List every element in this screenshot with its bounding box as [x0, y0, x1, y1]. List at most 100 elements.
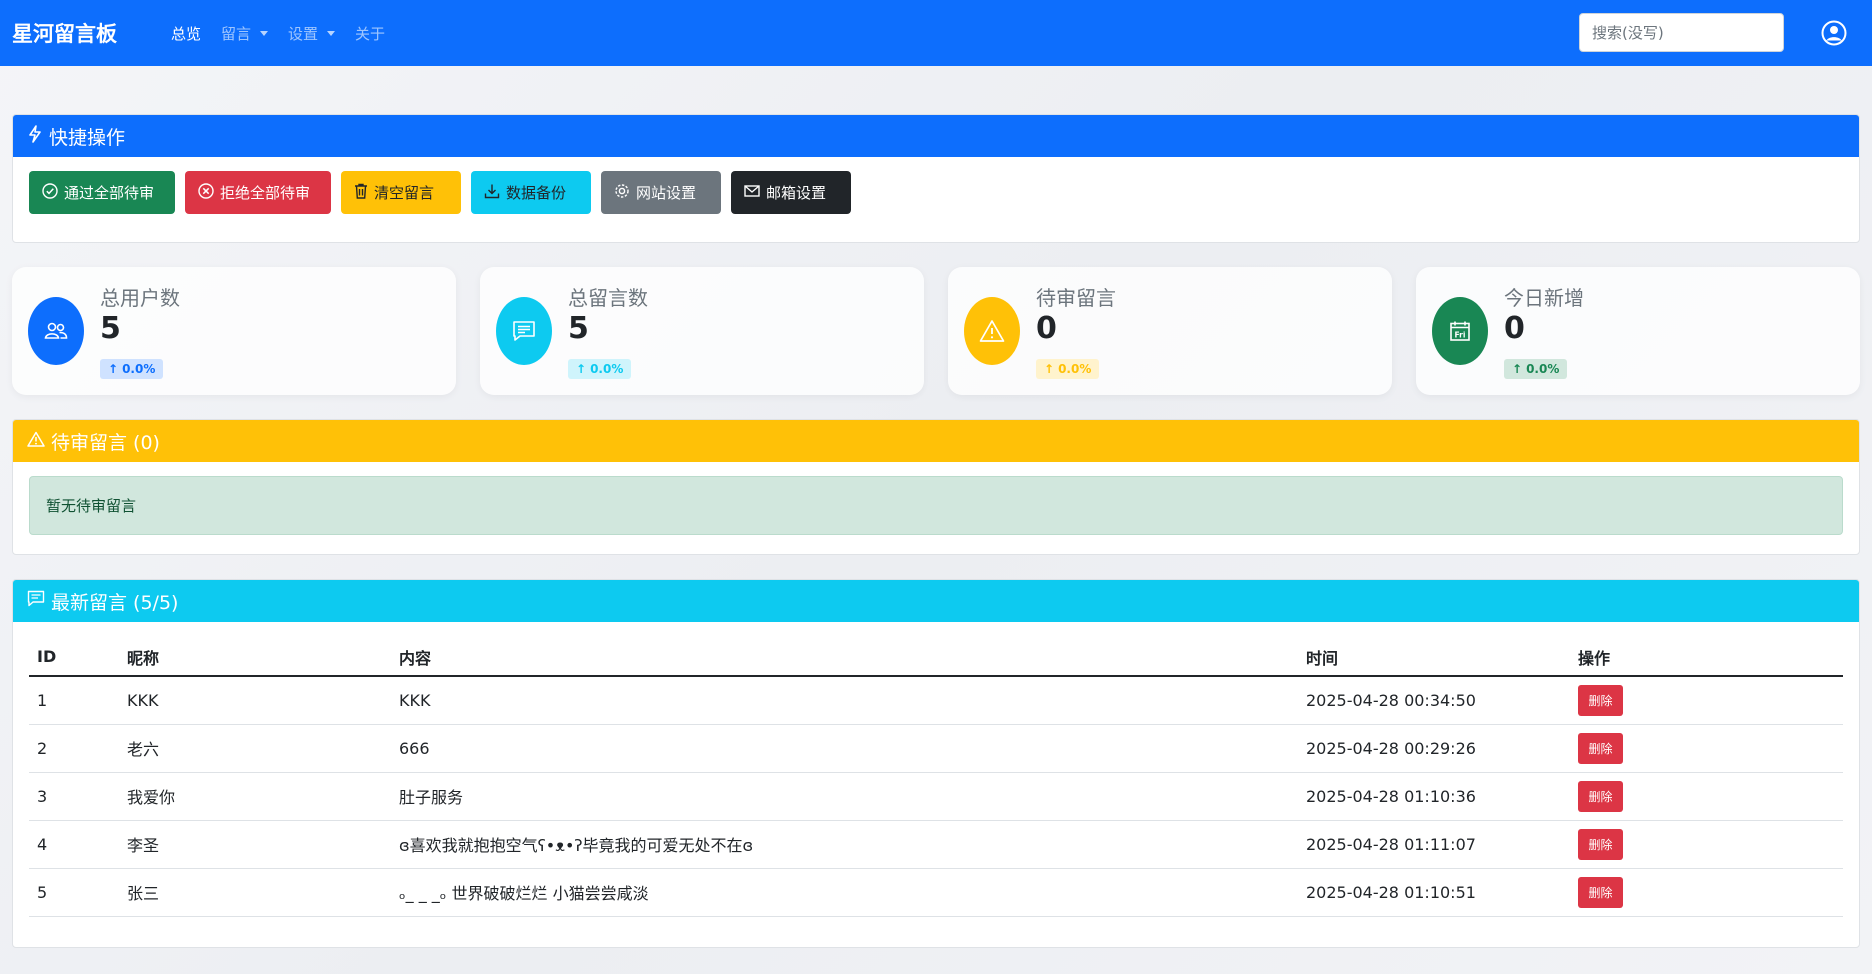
delete-button[interactable]: 删除 [1578, 732, 1623, 764]
arrow-up-icon: ↑ [1044, 362, 1055, 376]
stat-card-total-messages: 总留言数 5 ↑ 0.0% [480, 267, 924, 395]
cell-nickname: 我爱你 [119, 772, 391, 821]
cell-action: 删除 [1570, 868, 1843, 917]
stat-label: 总留言数 [568, 286, 648, 310]
arrow-up-icon: ↑ [576, 362, 587, 376]
cell-nickname: 李圣 [119, 820, 391, 869]
stat-change-badge: ↑ 0.0% [568, 359, 632, 379]
column-header-nickname: 昵称 [119, 638, 391, 677]
cell-nickname: KKK [119, 676, 391, 725]
cell-content: 666 [391, 724, 1298, 773]
pending-messages-title: 待审留言 (0) [51, 431, 160, 454]
cell-content: ɞ喜欢我就抱抱空气ʕ•ᴥ•ʔ毕竟我的可爱无处不在ɞ [391, 820, 1298, 869]
warning-icon [964, 297, 1020, 365]
arrow-up-icon: ↑ [1512, 362, 1523, 376]
delete-button[interactable]: 删除 [1578, 684, 1623, 716]
stat-label: 今日新增 [1504, 286, 1584, 310]
quick-actions-card: 快捷操作 通过全部待审 拒绝全部待审 清空留言 数据备份 网站设置 邮箱设置 [12, 114, 1860, 243]
delete-button[interactable]: 删除 [1578, 828, 1623, 860]
table-row: 2 老六 666 2025-04-28 00:29:26 删除 [29, 724, 1843, 773]
chevron-down-icon [260, 30, 269, 36]
site-settings-button[interactable]: 网站设置 [601, 171, 721, 214]
cell-id: 5 [29, 868, 119, 917]
nav-link-overview[interactable]: 总览 [171, 23, 201, 44]
table-row: 3 我爱你 肚子服务 2025-04-28 01:10:36 删除 [29, 772, 1843, 821]
cell-action: 删除 [1570, 676, 1843, 725]
cell-id: 3 [29, 772, 119, 821]
stat-value: 5 [100, 311, 121, 346]
latest-messages-header: 最新留言 (5/5) [13, 580, 1859, 622]
chat-icon [496, 297, 552, 365]
quick-actions-header: 快捷操作 [13, 115, 1859, 157]
arrow-up-icon: ↑ [108, 362, 119, 376]
cell-nickname: 张三 [119, 868, 391, 917]
latest-messages-card: 最新留言 (5/5) ID 昵称 内容 时间 操作 1 KKK KKK 2025… [12, 579, 1860, 948]
envelope-icon [744, 184, 760, 202]
cell-id: 1 [29, 676, 119, 725]
backup-data-button[interactable]: 数据备份 [471, 171, 591, 214]
lightning-icon [27, 124, 43, 148]
x-circle-icon [198, 182, 214, 203]
empty-pending-alert: 暂无待审留言 [29, 476, 1843, 535]
stat-change-badge: ↑ 0.0% [1036, 359, 1100, 379]
cell-nickname: 老六 [119, 724, 391, 773]
stat-value: 0 [1036, 311, 1057, 346]
column-header-action: 操作 [1570, 638, 1843, 677]
download-icon [484, 183, 500, 203]
approve-all-button[interactable]: 通过全部待审 [29, 171, 175, 214]
stat-card-today-new: Fri 今日新增 0 ↑ 0.0% [1416, 267, 1860, 395]
messages-table: ID 昵称 内容 时间 操作 1 KKK KKK 2025-04-28 00:3… [29, 638, 1843, 917]
cell-id: 2 [29, 724, 119, 773]
nav-link-messages[interactable]: 留言 [221, 23, 269, 44]
gear-icon [614, 183, 630, 203]
trash-icon [354, 183, 368, 203]
cell-time: 2025-04-28 01:10:51 [1298, 868, 1570, 917]
stat-card-total-users: 总用户数 5 ↑ 0.0% [12, 267, 456, 395]
cell-content: KKK [391, 676, 1298, 725]
table-row: 1 KKK KKK 2025-04-28 00:34:50 删除 [29, 676, 1843, 725]
column-header-content: 内容 [391, 638, 1298, 677]
people-icon [28, 297, 84, 365]
clear-messages-button[interactable]: 清空留言 [341, 171, 461, 214]
chevron-down-icon [327, 30, 336, 36]
stat-card-pending-messages: 待审留言 0 ↑ 0.0% [948, 267, 1392, 395]
email-settings-button[interactable]: 邮箱设置 [731, 171, 851, 214]
cell-time: 2025-04-28 01:10:36 [1298, 772, 1570, 821]
cell-time: 2025-04-28 01:11:07 [1298, 820, 1570, 869]
chat-icon [27, 590, 45, 612]
stat-change-badge: ↑ 0.0% [100, 359, 164, 379]
calendar-icon: Fri [1432, 297, 1488, 365]
table-row: 4 李圣 ɞ喜欢我就抱抱空气ʕ•ᴥ•ʔ毕竟我的可爱无处不在ɞ 2025-04-2… [29, 820, 1843, 869]
nav-link-settings[interactable]: 设置 [288, 23, 336, 44]
top-navbar: 星河留言板 总览 留言 设置 关于 [0, 0, 1872, 66]
stats-row: 总用户数 5 ↑ 0.0% 总留言数 5 ↑ 0.0% 待审留言 0 ↑ 0.0% F… [12, 267, 1860, 395]
column-header-id: ID [29, 638, 119, 677]
reject-all-button[interactable]: 拒绝全部待审 [185, 171, 331, 214]
brand-title[interactable]: 星河留言板 [12, 18, 117, 48]
delete-button[interactable]: 删除 [1578, 876, 1623, 908]
cell-action: 删除 [1570, 772, 1843, 821]
cell-time: 2025-04-28 00:34:50 [1298, 676, 1570, 725]
stat-value: 0 [1504, 311, 1525, 346]
stat-value: 5 [568, 311, 589, 346]
cell-action: 删除 [1570, 820, 1843, 869]
nav-links: 总览 留言 设置 关于 [171, 23, 385, 44]
svg-text:Fri: Fri [1455, 331, 1466, 340]
check-circle-icon [42, 182, 58, 203]
stat-change-badge: ↑ 0.0% [1504, 359, 1568, 379]
cell-id: 4 [29, 820, 119, 869]
cell-time: 2025-04-28 00:29:26 [1298, 724, 1570, 773]
table-row: 5 张三 ₒ_ _ _ₒ 世界破破烂烂 小猫尝尝咸淡 2025-04-28 01… [29, 868, 1843, 917]
cell-content: 肚子服务 [391, 772, 1298, 821]
user-avatar-icon[interactable] [1820, 19, 1848, 47]
cell-action: 删除 [1570, 724, 1843, 773]
quick-actions-title: 快捷操作 [49, 126, 126, 149]
latest-messages-title: 最新留言 (5/5) [51, 591, 179, 614]
nav-link-about[interactable]: 关于 [355, 23, 385, 44]
search-input[interactable] [1579, 13, 1784, 52]
column-header-time: 时间 [1298, 638, 1570, 677]
warning-icon [27, 430, 45, 452]
delete-button[interactable]: 删除 [1578, 780, 1623, 812]
pending-messages-header: 待审留言 (0) [13, 420, 1859, 462]
pending-messages-card: 待审留言 (0) 暂无待审留言 [12, 419, 1860, 555]
